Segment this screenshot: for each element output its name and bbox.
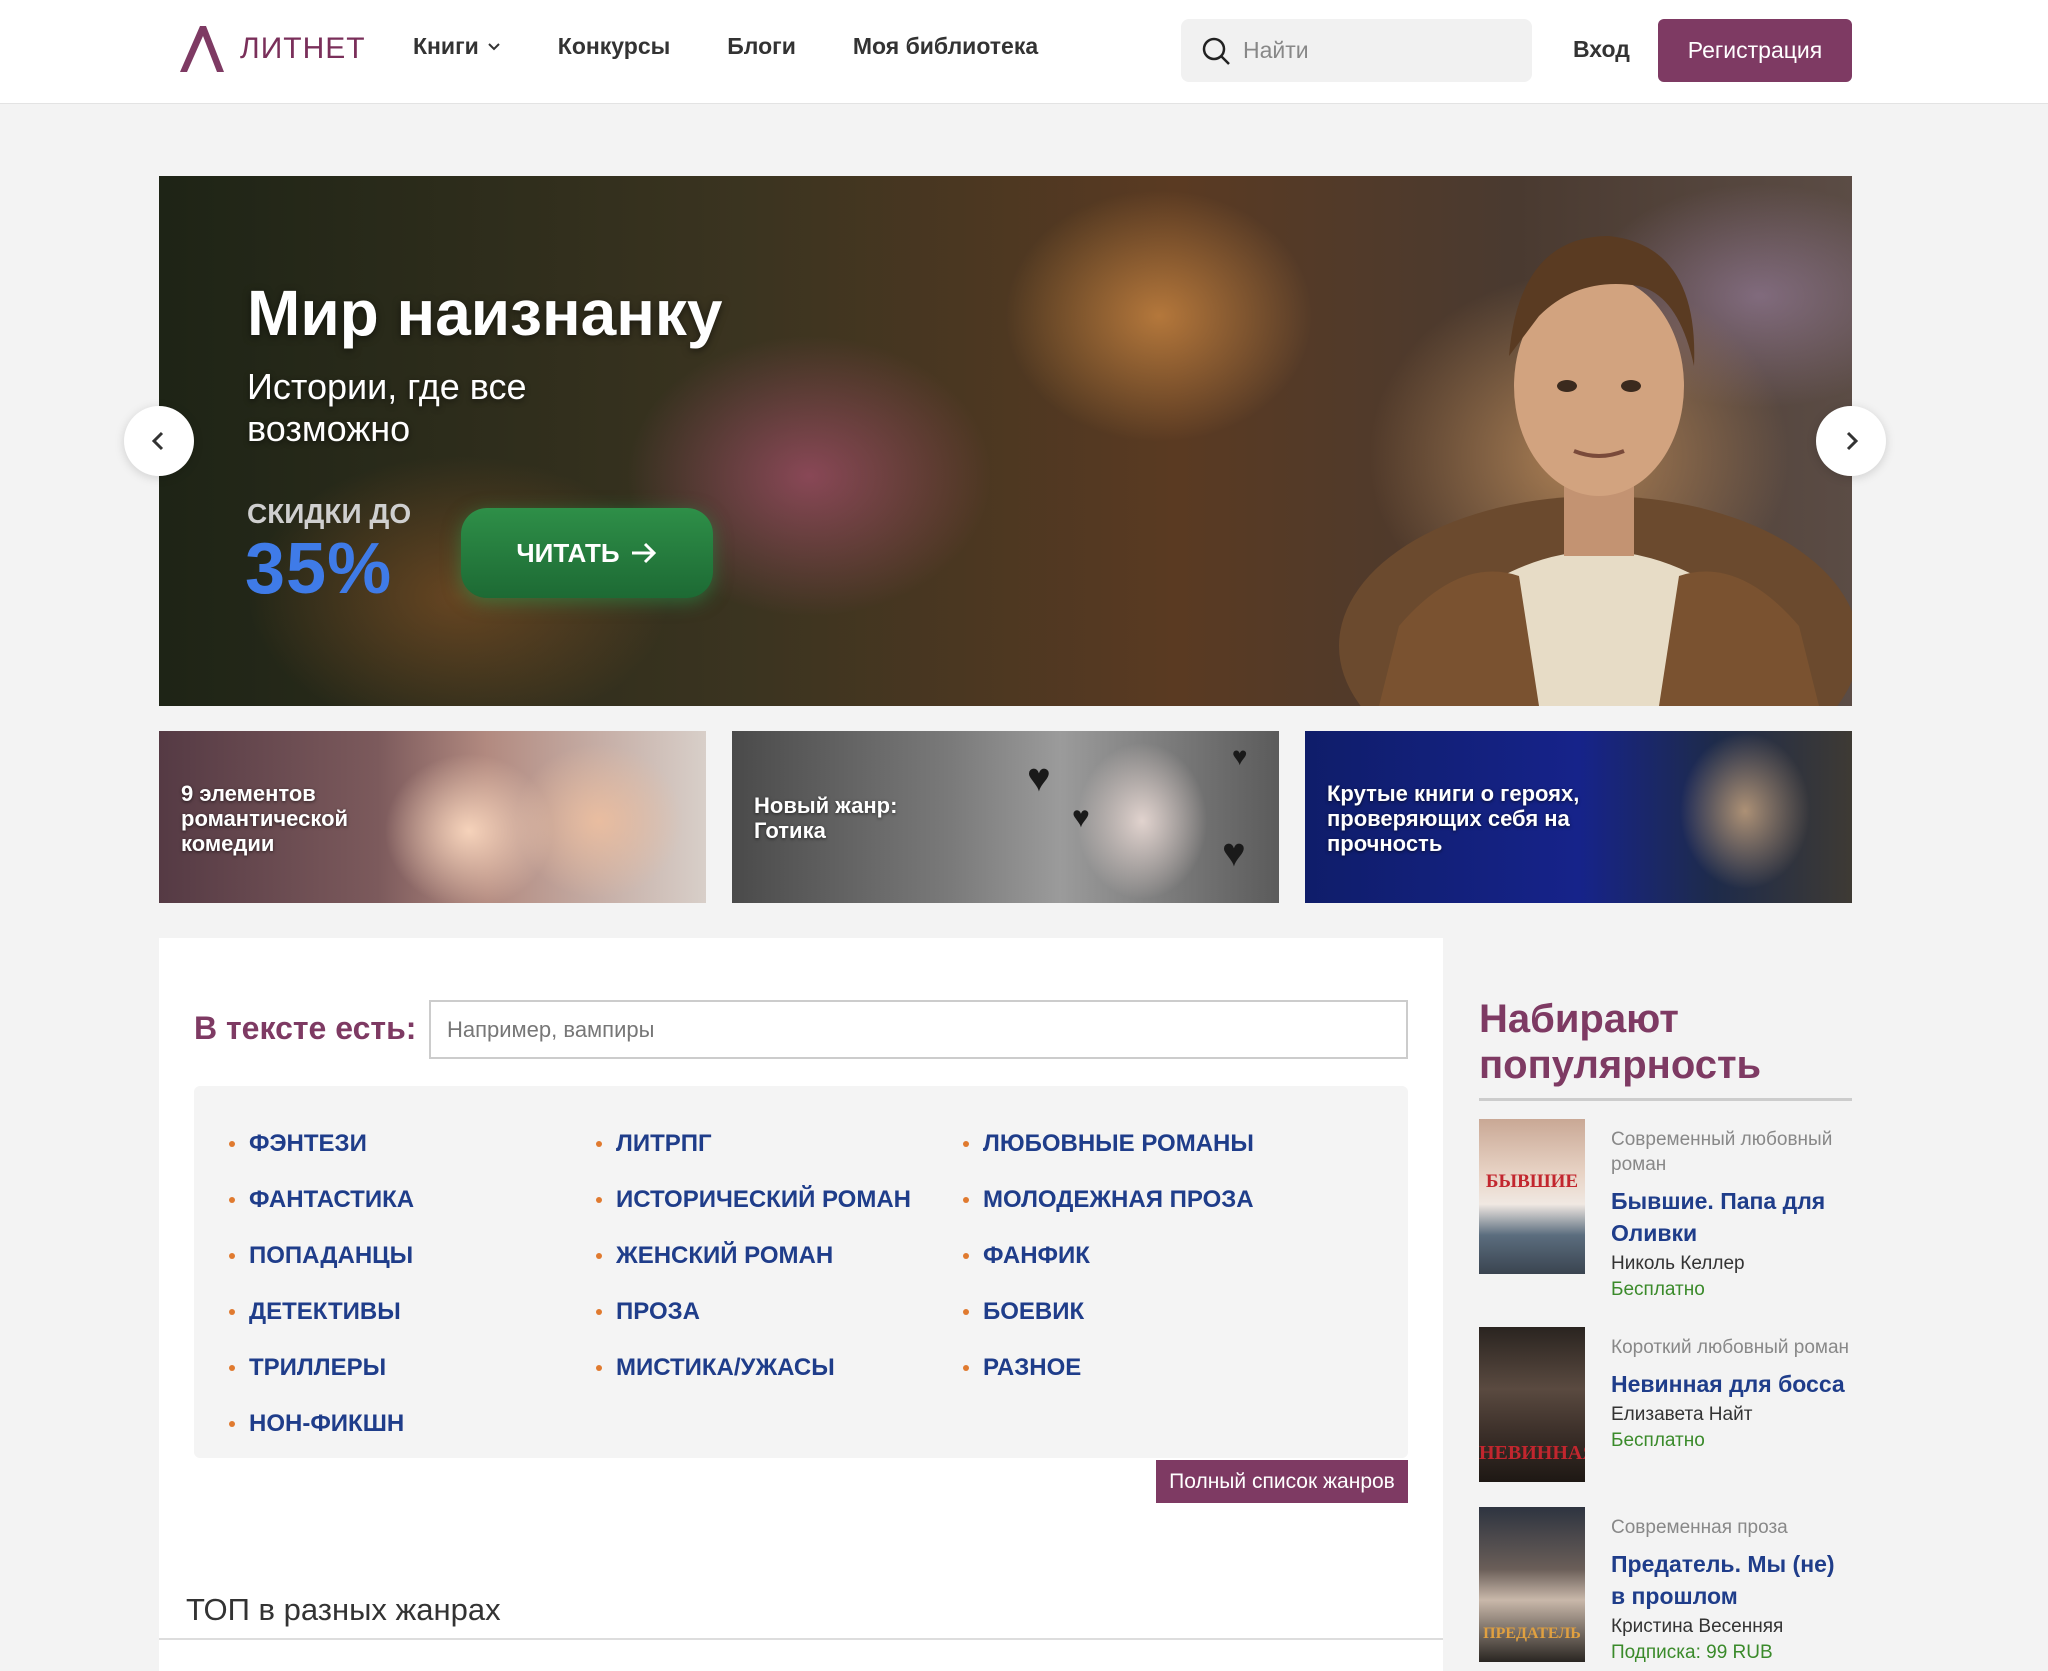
heart-icon: ♥ xyxy=(1072,801,1090,834)
top-genres-title: ТОП в разных жанрах xyxy=(186,1592,501,1627)
main-nav: Книги Конкурсы Блоги Моя библиотека xyxy=(413,33,1095,60)
search-icon xyxy=(1202,37,1230,65)
book-cover[interactable]: БЫВШИЕ xyxy=(1479,1119,1585,1274)
genre-column-3: ЛЮБОВНЫЕ РОМАНЫ МОЛОДЕЖНАЯ ПРОЗА ФАНФИК … xyxy=(963,1116,1254,1396)
hero-discount-value: 35% xyxy=(245,529,393,609)
book-info: Короткий любовный роман Невинная для бос… xyxy=(1611,1335,1852,1454)
chevron-left-icon xyxy=(151,431,164,451)
book-cover[interactable]: НЕВИННАЯ xyxy=(1479,1327,1585,1482)
genre-link[interactable]: ЛЮБОВНЫЕ РОМАНЫ xyxy=(963,1116,1254,1172)
genre-link[interactable]: ПОПАДАНЦЫ xyxy=(229,1228,414,1284)
genre-link[interactable]: ЖЕНСКИЙ РОМАН xyxy=(596,1228,911,1284)
carousel-prev-button[interactable] xyxy=(124,406,194,476)
genre-link[interactable]: ФАНФИК xyxy=(963,1228,1254,1284)
promo-text: Новый жанр: Готика xyxy=(754,793,898,843)
login-link[interactable]: Вход xyxy=(1573,36,1630,63)
book-author[interactable]: Елизавета Найт xyxy=(1611,1402,1852,1428)
book-genre: Короткий любовный роман xyxy=(1611,1337,1850,1358)
genre-link[interactable]: ФАНТАСТИКА xyxy=(229,1172,414,1228)
hero-banner[interactable]: Мир наизнанку Истории, где все возможно … xyxy=(159,176,1852,706)
genre-column-1: ФЭНТЕЗИ ФАНТАСТИКА ПОПАДАНЦЫ ДЕТЕКТИВЫ Т… xyxy=(229,1116,414,1452)
genre-link[interactable]: ИСТОРИЧЕСКИЙ РОМАН xyxy=(596,1172,911,1228)
chevron-down-icon xyxy=(488,42,500,50)
logo[interactable]: ЛИТНЕТ xyxy=(176,24,366,74)
hero-illustration xyxy=(1339,236,1852,706)
book-author[interactable]: Николь Келлер xyxy=(1611,1251,1852,1277)
text-filter-input[interactable] xyxy=(429,1000,1408,1059)
search-box[interactable] xyxy=(1181,19,1532,82)
nav-contests[interactable]: Конкурсы xyxy=(558,33,670,60)
main-panel: В тексте есть: ФЭНТЕЗИ ФАНТАСТИКА ПОПАДА… xyxy=(159,938,1443,1671)
heart-icon: ♥ xyxy=(1027,756,1051,800)
genre-link[interactable]: ПРОЗА xyxy=(596,1284,911,1340)
hero-read-label: ЧИТАТЬ xyxy=(516,537,620,568)
nav-books-label: Книги xyxy=(413,33,479,59)
genre-link[interactable]: ТРИЛЛЕРЫ xyxy=(229,1340,414,1396)
genres-list: ФЭНТЕЗИ ФАНТАСТИКА ПОПАДАНЦЫ ДЕТЕКТИВЫ Т… xyxy=(194,1086,1408,1458)
book-price: Бесплатно xyxy=(1611,1430,1705,1451)
filter-label: В тексте есть: xyxy=(194,1010,417,1046)
genre-link[interactable]: ДЕТЕКТИВЫ xyxy=(229,1284,414,1340)
genre-link[interactable]: БОЕВИК xyxy=(963,1284,1254,1340)
promo-romcom[interactable]: 9 элементов романтической комедии xyxy=(159,731,706,903)
chevron-right-icon xyxy=(1846,431,1859,451)
hero-read-button[interactable]: ЧИТАТЬ xyxy=(461,508,713,598)
book-genre: Современный любовный роман xyxy=(1611,1129,1833,1175)
trending-title: Набирают популярность xyxy=(1479,997,1762,1087)
genre-link[interactable]: ЛИТРПГ xyxy=(596,1116,911,1172)
book-price: Подписка: 99 RUB xyxy=(1611,1642,1773,1663)
genre-link[interactable]: РАЗНОЕ xyxy=(963,1340,1254,1396)
book-cover[interactable]: ПРЕДАТЕЛЬ xyxy=(1479,1507,1585,1662)
genre-column-2: ЛИТРПГ ИСТОРИЧЕСКИЙ РОМАН ЖЕНСКИЙ РОМАН … xyxy=(596,1116,911,1396)
book-info: Современный любовный роман Бывшие. Папа … xyxy=(1611,1127,1852,1303)
site-header: ЛИТНЕТ Книги Конкурсы Блоги Моя библиоте… xyxy=(0,0,2048,104)
register-button[interactable]: Регистрация xyxy=(1658,19,1852,82)
promo-text: 9 элементов романтической комедии xyxy=(181,781,349,856)
book-title[interactable]: Предатель. Мы (не) в прошлом xyxy=(1611,1548,1852,1612)
promo-heroes[interactable]: Крутые книги о героях, проверяющих себя … xyxy=(1305,731,1852,903)
book-genre: Современная проза xyxy=(1611,1517,1788,1538)
nav-blogs[interactable]: Блоги xyxy=(727,33,796,60)
divider xyxy=(1479,1098,1852,1101)
heart-icon: ♥ xyxy=(1232,741,1248,771)
promo-text: Крутые книги о героях, проверяющих себя … xyxy=(1327,781,1580,856)
logo-text: ЛИТНЕТ xyxy=(240,32,366,65)
book-info: Современная проза Предатель. Мы (не) в п… xyxy=(1611,1515,1852,1666)
heart-icon: ♥ xyxy=(1222,831,1246,875)
search-input[interactable] xyxy=(1243,37,1523,64)
genre-link[interactable]: ФЭНТЕЗИ xyxy=(229,1116,414,1172)
genre-link[interactable]: МИСТИКА/УЖАСЫ xyxy=(596,1340,911,1396)
book-title[interactable]: Бывшие. Папа для Оливки xyxy=(1611,1185,1852,1249)
hero-title: Мир наизнанку xyxy=(247,277,723,349)
full-genre-list-button[interactable]: Полный список жанров xyxy=(1156,1460,1408,1503)
promo-gothic[interactable]: ♥ ♥ ♥ ♥ Новый жанр: Готика xyxy=(732,731,1279,903)
carousel-next-button[interactable] xyxy=(1816,406,1886,476)
hero-subtitle: Истории, где все возможно xyxy=(247,366,527,449)
nav-books[interactable]: Книги xyxy=(413,33,501,60)
arrow-right-icon xyxy=(631,542,656,564)
genre-link[interactable]: НОН-ФИКШН xyxy=(229,1396,414,1452)
divider xyxy=(159,1638,1443,1640)
hero-discount-label: СКИДКИ ДО xyxy=(247,498,412,529)
book-price: Бесплатно xyxy=(1611,1279,1705,1300)
book-author[interactable]: Кристина Весенняя xyxy=(1611,1614,1852,1640)
nav-my-library[interactable]: Моя библиотека xyxy=(853,33,1038,60)
genre-link[interactable]: МОЛОДЕЖНАЯ ПРОЗА xyxy=(963,1172,1254,1228)
book-title[interactable]: Невинная для босса xyxy=(1611,1368,1852,1400)
logo-icon xyxy=(180,26,224,72)
